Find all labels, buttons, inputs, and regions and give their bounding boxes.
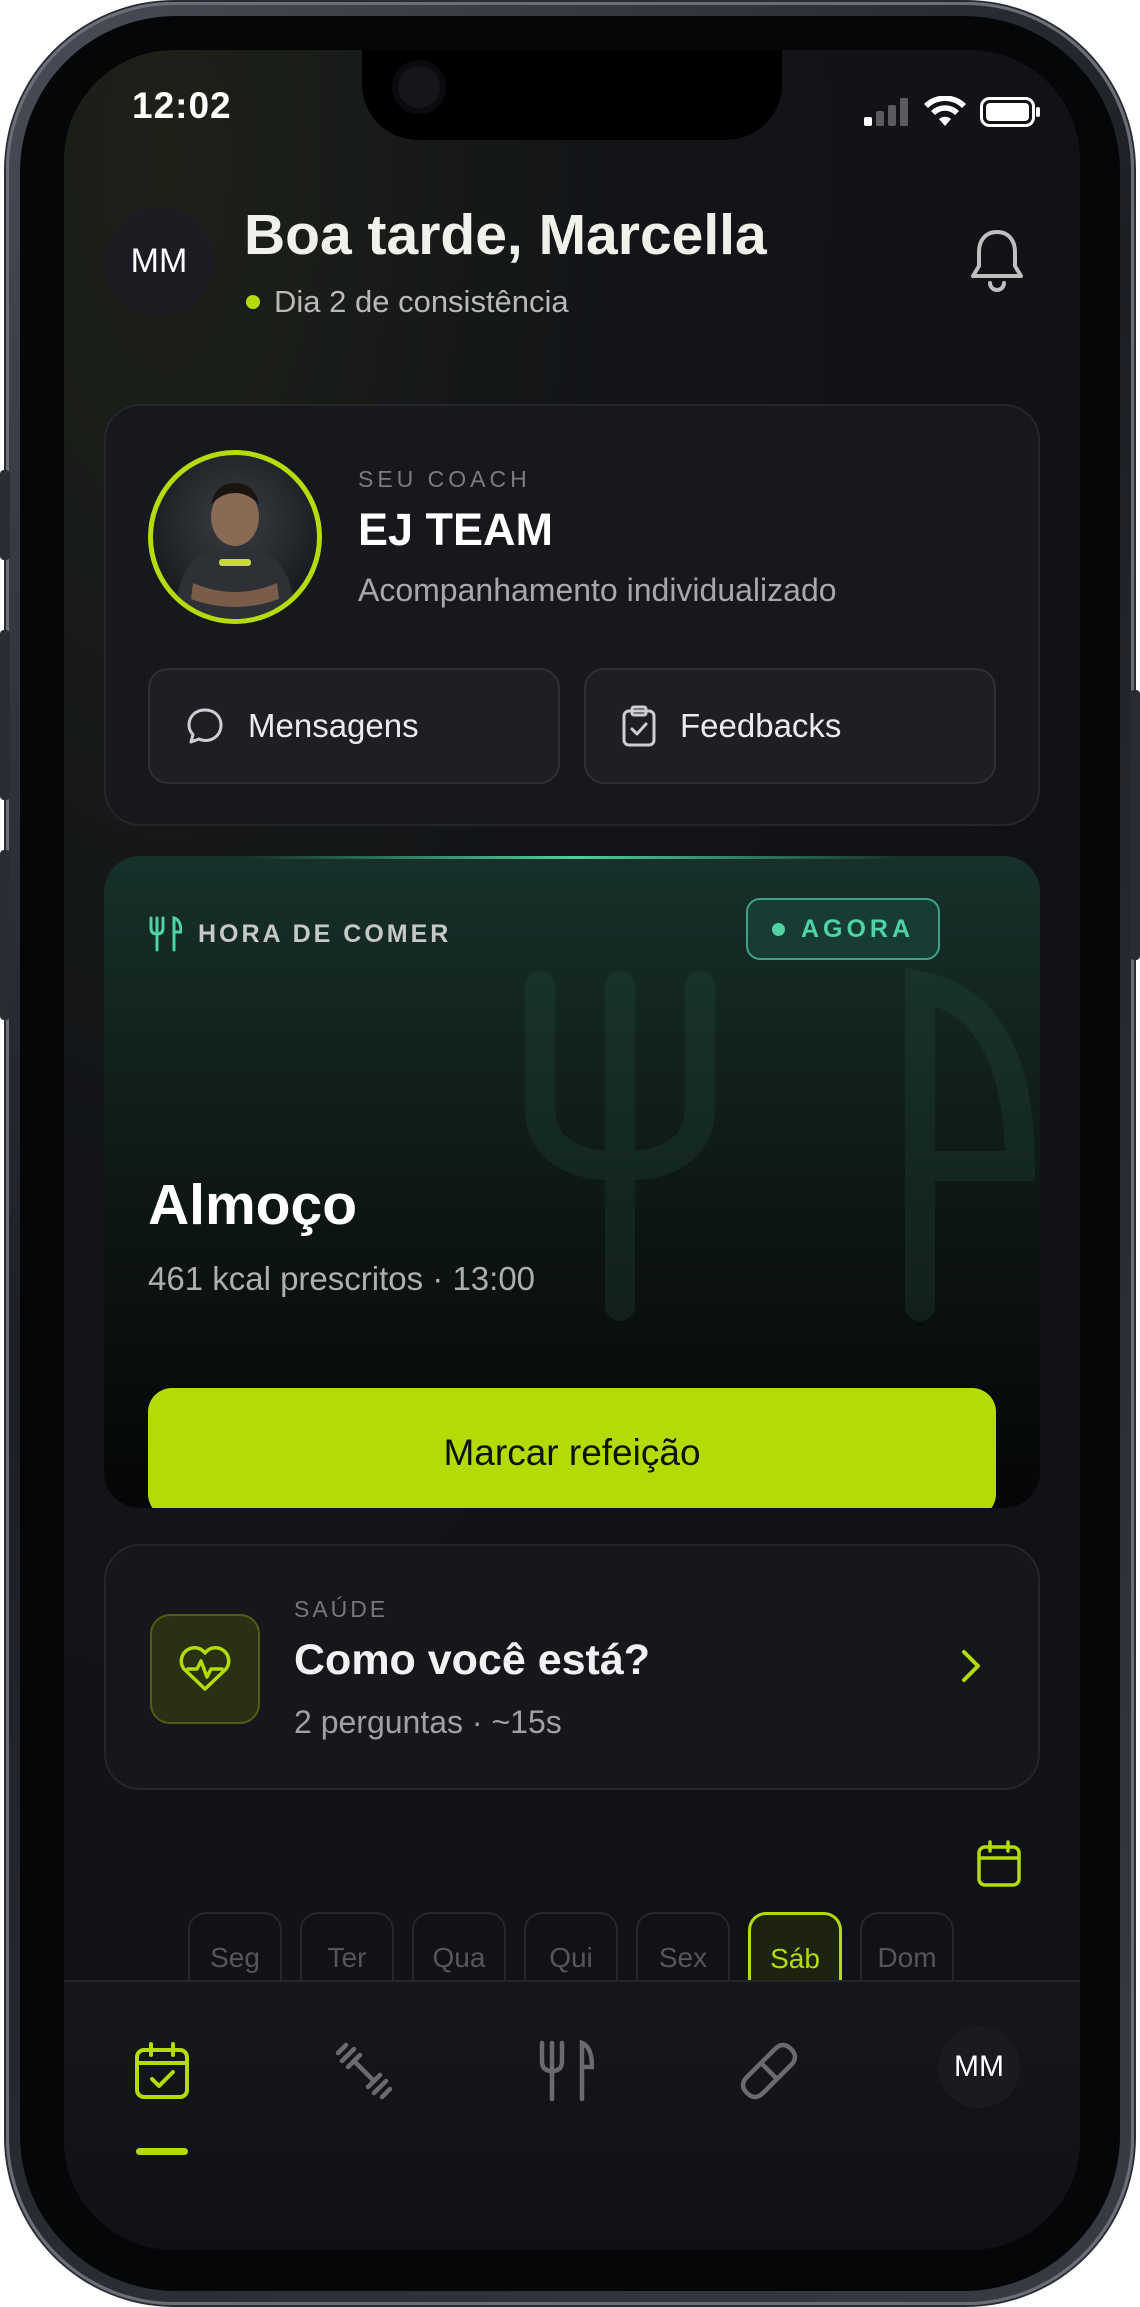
- coach-description: Acompanhamento individualizado: [358, 572, 837, 608]
- now-badge: AGORA: [746, 898, 940, 960]
- calendar-check-icon: [135, 2042, 189, 2099]
- tab-agenda[interactable]: [117, 2026, 207, 2116]
- bottom-tab-bar: MM: [64, 1980, 1080, 2250]
- tab-training[interactable]: [319, 2026, 409, 2116]
- meal-card-highlight: [244, 856, 904, 859]
- health-checkin-card[interactable]: SAÚDE Como você está? 2 perguntas · ~15s: [104, 1544, 1040, 1790]
- utensils-watermark-icon: [525, 967, 1036, 1321]
- notifications-button[interactable]: [968, 228, 1026, 292]
- phone-volume-up: [0, 630, 10, 800]
- battery-icon: [980, 97, 1040, 127]
- streak-indicator: Dia 2 de consistência: [246, 284, 569, 320]
- coach-name: EJ TEAM: [358, 504, 554, 555]
- front-camera: [392, 60, 446, 114]
- meal-label: HORA DE COMER: [148, 916, 451, 952]
- streak-dot: [246, 295, 260, 309]
- health-icon-box: [150, 1614, 260, 1724]
- utensils-icon: [149, 916, 182, 952]
- coach-avatar-illustration: [175, 483, 295, 619]
- coach-photo[interactable]: [148, 450, 322, 624]
- chat-bubble-icon: [187, 708, 223, 744]
- tab-profile[interactable]: MM: [938, 2026, 1020, 2108]
- health-title: Como você está?: [294, 1636, 651, 1684]
- app-screen: 12:02 MM Boa tarde, Marcella Dia 2 de co…: [64, 50, 1080, 2250]
- health-label: SAÚDE: [294, 1596, 389, 1622]
- now-badge-dot: [771, 922, 785, 936]
- pill-icon: [740, 2042, 798, 2100]
- clipboard-check-icon: [622, 705, 656, 747]
- heart-pulse-icon: [179, 1646, 231, 1691]
- phone-power-button: [1130, 690, 1140, 960]
- tab-nutrition[interactable]: [521, 2026, 611, 2116]
- status-icons: [864, 96, 1042, 128]
- greeting-title: Boa tarde, Marcella: [244, 203, 767, 267]
- now-badge-text: AGORA: [800, 914, 915, 943]
- feedbacks-label: Feedbacks: [680, 707, 842, 744]
- dumbbell-icon: [335, 2042, 393, 2100]
- meal-subtitle: 461 kcal prescritos · 13:00: [148, 1260, 536, 1297]
- mark-meal-button[interactable]: Marcar refeição: [148, 1388, 996, 1508]
- utensils-icon: [539, 2039, 594, 2102]
- feedbacks-button[interactable]: Feedbacks: [584, 668, 996, 784]
- signal-icon: [864, 98, 908, 126]
- health-subtitle: 2 perguntas · ~15s: [294, 1704, 562, 1740]
- active-tab-indicator: [136, 2148, 188, 2155]
- status-time: 12:02: [132, 85, 232, 126]
- phone-side-button: [0, 470, 10, 560]
- bell-icon: [971, 230, 1023, 292]
- tab-supplements[interactable]: [724, 2026, 814, 2116]
- calendar-icon[interactable]: [976, 1840, 1022, 1888]
- messages-button[interactable]: Mensagens: [148, 668, 560, 784]
- meal-label-text: HORA DE COMER: [198, 919, 452, 948]
- coach-label: SEU COACH: [358, 466, 531, 492]
- phone-volume-down: [0, 850, 10, 1020]
- meal-title: Almoço: [148, 1173, 358, 1237]
- wifi-icon: [924, 96, 966, 126]
- chevron-right-icon: [962, 1650, 980, 1682]
- coach-card: SEU COACH EJ TEAM Acompanhamento individ…: [104, 404, 1040, 826]
- user-avatar[interactable]: MM: [104, 206, 214, 316]
- meal-card: HORA DE COMER AGORA Almoço 461 kcal pres…: [104, 856, 1040, 1508]
- messages-label: Mensagens: [248, 707, 419, 744]
- streak-text: Dia 2 de consistência: [274, 284, 569, 319]
